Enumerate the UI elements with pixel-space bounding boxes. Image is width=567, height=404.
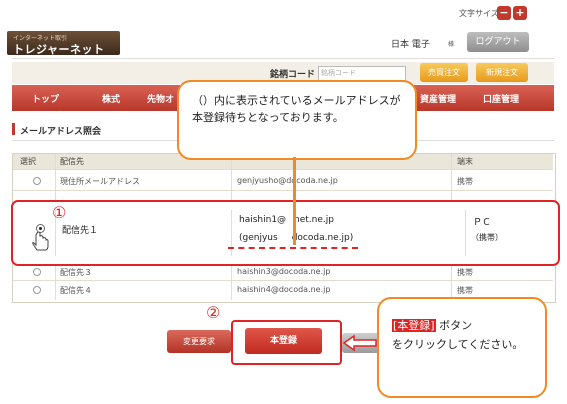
destination-name: 配信先３ xyxy=(60,268,92,277)
buy-sell-order-button[interactable]: 売買注文 xyxy=(420,63,468,82)
device-type: 携帯 xyxy=(457,177,473,186)
destination-address-line2: (genjyus docoda.ne.jp) xyxy=(239,233,353,243)
step-marker-two: ② xyxy=(206,303,221,322)
callout-text-part1: ボタン xyxy=(435,319,473,332)
address-line1-end: net.ne.jp xyxy=(294,215,334,225)
callout-text-part2: をクリックしてください。 xyxy=(392,338,524,351)
address-line2-start: (genjyus xyxy=(239,233,278,243)
callout-register-text: [本登録] ボタン をクリックしてください。 xyxy=(392,316,537,354)
nav-item-assets[interactable]: 資産管理 xyxy=(420,92,456,105)
column-header-device: 端末 xyxy=(457,157,473,166)
destination-address: haishin4@docoda.ne.jp xyxy=(237,285,331,294)
destination-name: 現住所メールアドレス xyxy=(60,177,140,186)
column-divider xyxy=(231,210,232,256)
logo-title: トレジャーネット xyxy=(13,43,105,56)
device-type: 携帯 xyxy=(457,268,473,277)
callout-pending-text: （）内に表示されているメールアドレスが本登録待ちとなっております。 xyxy=(192,94,401,124)
row-divider xyxy=(13,169,553,170)
logout-button[interactable]: ログアウト xyxy=(467,32,529,52)
radio-button[interactable] xyxy=(33,268,41,276)
user-suffix: 様 xyxy=(448,41,455,48)
destination-name: 配信先４ xyxy=(60,286,92,295)
column-header-destination: 配信先 xyxy=(60,157,84,166)
destination-name: 配信先１ xyxy=(62,226,99,236)
section-marker xyxy=(12,123,15,135)
device-type: 携帯 xyxy=(457,286,473,295)
radio-button[interactable] xyxy=(33,177,41,185)
radio-button[interactable] xyxy=(33,286,41,294)
stock-code-label: 銘柄コード xyxy=(270,70,316,80)
callout-pointer xyxy=(293,157,296,245)
register-button[interactable]: 本登録 xyxy=(245,328,322,354)
logo[interactable]: インターネット取引 トレジャーネット xyxy=(7,31,120,56)
destination-address: haishin3@docoda.ne.jp xyxy=(237,267,331,276)
nav-item-stocks[interactable]: 株式 xyxy=(102,92,120,105)
user-name: 日本 電子 xyxy=(391,40,430,50)
row-divider xyxy=(13,190,553,191)
header-divider xyxy=(12,58,554,59)
font-decrease-button[interactable]: − xyxy=(497,6,511,20)
address-line1-start: haishin1@ xyxy=(239,215,287,225)
nav-item-account[interactable]: 口座管理 xyxy=(483,92,519,105)
radio-dot xyxy=(39,227,42,230)
column-header-select: 選択 xyxy=(20,157,36,166)
change-request-button[interactable]: 変更要求 xyxy=(167,330,231,353)
font-increase-button[interactable]: + xyxy=(513,6,527,20)
new-order-button[interactable]: 新規注文 xyxy=(476,63,528,82)
step-marker-one: ① xyxy=(52,203,67,222)
hand-pointer-icon xyxy=(32,232,49,251)
device-type-sub: （携帯） xyxy=(471,233,503,242)
nav-item-top[interactable]: トップ xyxy=(32,92,59,105)
row-divider xyxy=(13,280,553,281)
stock-code-input[interactable]: 銘柄コード xyxy=(318,66,406,81)
register-keyword: [本登録] xyxy=(392,319,436,332)
arrow-left-icon xyxy=(342,334,377,352)
destination-address: genjyusho@docoda.ne.jp xyxy=(237,176,338,185)
page-title: メールアドレス照会 xyxy=(20,127,102,137)
device-type: ＰＣ xyxy=(473,218,492,228)
nav-item-futures[interactable]: 先物オ xyxy=(147,92,174,105)
address-line2-end: docoda.ne.jp) xyxy=(291,233,354,243)
destination-address-line1: haishin1@ net.ne.jp xyxy=(239,215,334,225)
pending-address-underline xyxy=(228,247,358,249)
font-size-label: 文字サイズ xyxy=(459,9,499,18)
column-divider xyxy=(465,210,466,256)
